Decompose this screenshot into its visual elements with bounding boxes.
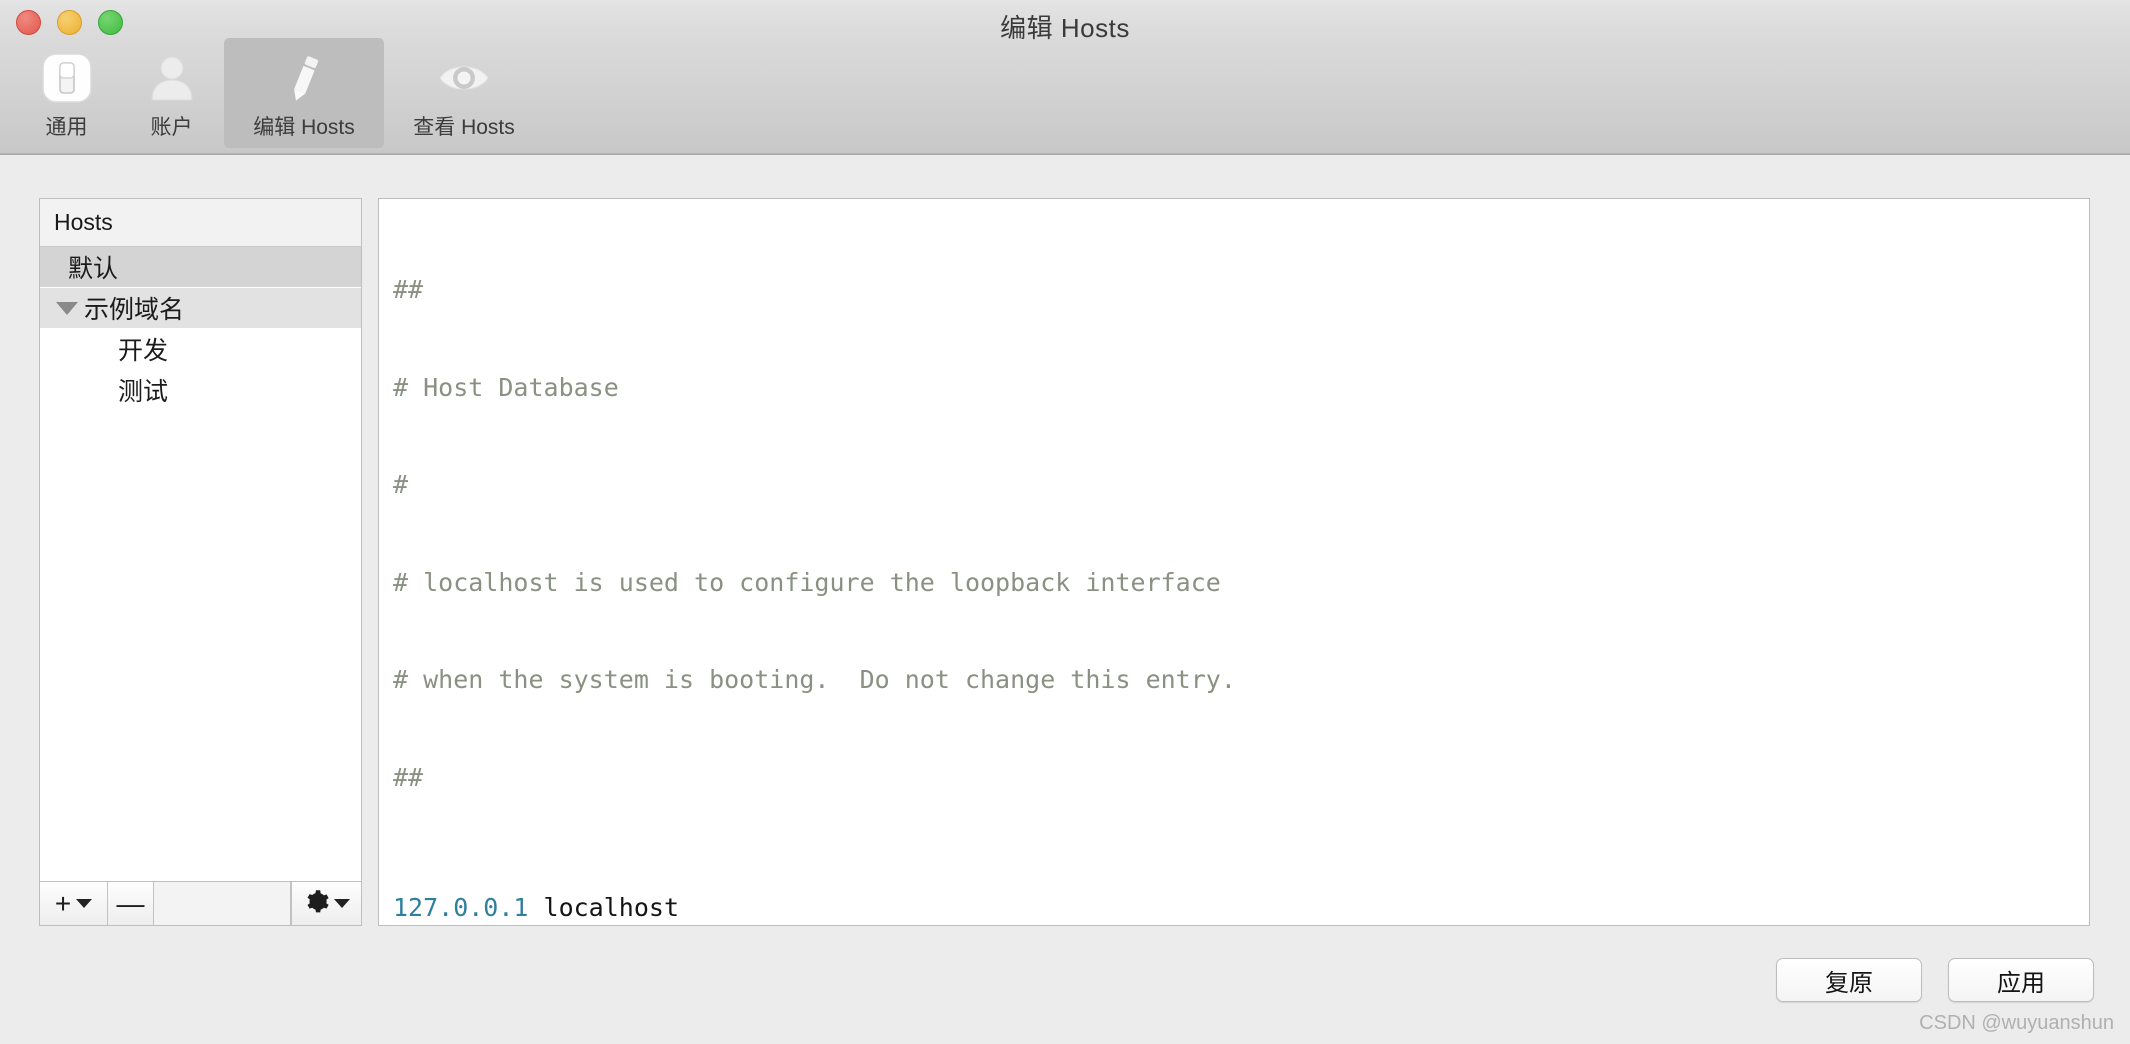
apply-button[interactable]: 应用 xyxy=(1948,958,2094,1002)
editor-line-host-entry: 127.0.0.1 localhost xyxy=(393,892,679,922)
sidebar-footer-spacer xyxy=(154,882,291,925)
toolbar-item-accounts[interactable]: 账户 xyxy=(119,38,224,148)
remove-entry-button[interactable]: — xyxy=(108,882,154,925)
switch-icon xyxy=(39,47,95,109)
sidebar-item-label: 默认 xyxy=(68,255,119,283)
toolbar-item-label: 通用 xyxy=(45,116,88,139)
editor-line: ## xyxy=(393,762,424,792)
footer-buttons: 复原 应用 xyxy=(1776,958,2094,1002)
toolbar-item-edit-hosts[interactable]: 编辑 Hosts xyxy=(224,38,384,148)
add-entry-button[interactable]: + xyxy=(40,882,108,925)
sidebar-item-label: 示例域名 xyxy=(84,296,185,324)
sidebar-item-label: 测试 xyxy=(118,378,169,406)
plus-icon: + xyxy=(54,887,72,919)
toolbar-item-label: 账户 xyxy=(150,116,193,139)
pencil-icon xyxy=(276,47,332,109)
sidebar-item-dev[interactable]: 开发 xyxy=(40,329,361,370)
toolbar-item-general[interactable]: 通用 xyxy=(14,38,119,148)
app-window: 编辑 Hosts 通用 账户 编辑 Hosts 查看 Hosts Hosts 默… xyxy=(0,0,2130,1044)
person-icon xyxy=(144,47,200,109)
sidebar-item-test[interactable]: 测试 xyxy=(40,370,361,411)
sidebar: Hosts 默认 示例域名 开发 测试 + — xyxy=(39,198,362,926)
editor-line: # localhost is used to configure the loo… xyxy=(393,567,1221,597)
minus-icon: — xyxy=(116,887,145,919)
hosts-file-content[interactable]: ## # Host Database # # localhost is used… xyxy=(393,209,2075,925)
sidebar-list: 默认 示例域名 开发 测试 xyxy=(40,247,361,881)
gear-icon xyxy=(303,888,330,920)
sidebar-header: Hosts xyxy=(40,199,361,247)
editor-line: # Host Database xyxy=(393,372,619,402)
watermark: CSDN @wuyuanshun xyxy=(1919,1012,2114,1034)
chevron-down-icon xyxy=(334,899,350,908)
toolbar-item-label: 编辑 Hosts xyxy=(253,116,355,139)
title-bar: 编辑 Hosts 通用 账户 编辑 Hosts 查看 Hosts xyxy=(0,0,2130,155)
editor-line: ## xyxy=(393,275,424,304)
sidebar-footer: + — xyxy=(40,881,361,925)
editor-line: # xyxy=(393,470,409,499)
sidebar-item-label: 开发 xyxy=(118,337,169,365)
editor-line: # when the system is booting. Do not cha… xyxy=(393,665,1236,694)
settings-menu-button[interactable] xyxy=(291,882,361,925)
sidebar-item-default[interactable]: 默认 xyxy=(40,247,361,288)
eye-icon xyxy=(436,47,492,109)
chevron-down-icon xyxy=(76,899,93,908)
sidebar-group-example-domains[interactable]: 示例域名 xyxy=(40,288,361,329)
toolbar-item-label: 查看 Hosts xyxy=(413,116,515,139)
hosts-file-editor[interactable]: ## # Host Database # # localhost is used… xyxy=(378,198,2090,926)
chevron-down-icon[interactable] xyxy=(56,301,78,315)
restore-button[interactable]: 复原 xyxy=(1776,958,1922,1002)
toolbar-item-view-hosts[interactable]: 查看 Hosts xyxy=(384,38,544,148)
toolbar: 通用 账户 编辑 Hosts 查看 Hosts xyxy=(14,38,544,153)
